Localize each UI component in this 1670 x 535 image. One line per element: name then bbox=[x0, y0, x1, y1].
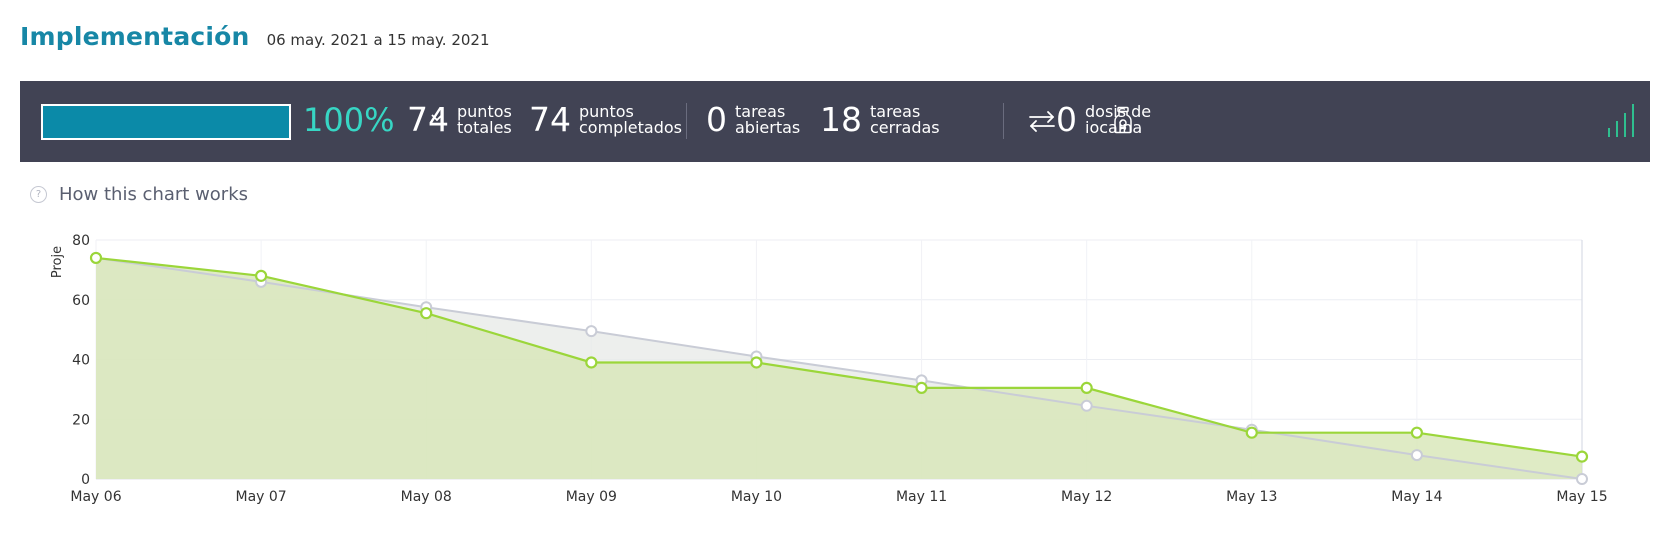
x-tick-label: May 15 bbox=[1556, 489, 1607, 505]
progress-fill bbox=[43, 106, 289, 138]
x-tick-label: May 11 bbox=[896, 489, 947, 505]
x-tick-label: May 09 bbox=[566, 489, 617, 505]
total-points-value: 74 bbox=[407, 100, 449, 139]
ideal-point bbox=[1576, 473, 1588, 485]
iocaine-label-line2: iocaína bbox=[1085, 118, 1143, 137]
x-tick-label: May 07 bbox=[236, 489, 287, 505]
ideal-point bbox=[1080, 399, 1093, 412]
x-tick-label: May 14 bbox=[1391, 489, 1442, 505]
actual-point bbox=[1245, 426, 1258, 439]
total-points-label-line2: totales bbox=[457, 118, 512, 137]
open-tasks-stat: 0 tareas abiertas bbox=[706, 101, 800, 139]
x-tick-label: May 06 bbox=[70, 489, 121, 505]
open-tasks-label-line2: abiertas bbox=[735, 118, 801, 137]
x-tick-label: May 13 bbox=[1226, 489, 1277, 505]
x-tick-label: May 12 bbox=[1061, 489, 1112, 505]
total-points-stat: 74 puntos totales bbox=[407, 101, 512, 139]
divider bbox=[686, 103, 687, 139]
ideal-point bbox=[585, 325, 598, 338]
how-chart-works-link[interactable]: ? How this chart works bbox=[30, 184, 248, 205]
date-range: 06 may. 2021 a 15 may. 2021 bbox=[266, 31, 490, 49]
actual-point bbox=[750, 356, 763, 369]
actual-point bbox=[1410, 426, 1423, 439]
actual-point bbox=[1575, 450, 1589, 463]
iocaine-stat: 0 dosis de iocaína bbox=[1056, 101, 1151, 139]
closed-tasks-value: 18 bbox=[820, 100, 862, 139]
y-axis-label: Proje bbox=[50, 246, 65, 278]
closed-tasks-label-line2: cerradas bbox=[870, 118, 940, 137]
completed-points-stat: 74 puntos completados bbox=[529, 101, 682, 139]
y-tick-label: 0 bbox=[81, 472, 90, 488]
y-tick-label: 60 bbox=[72, 293, 90, 309]
actual-point bbox=[915, 381, 928, 394]
stats-bar: 100% 74 puntos totales 74 puntos complet… bbox=[20, 81, 1650, 162]
y-tick-label: 80 bbox=[72, 233, 90, 249]
iocaine-value: 0 bbox=[1056, 100, 1077, 139]
open-tasks-label: tareas abiertas bbox=[735, 104, 800, 136]
closed-tasks-stat: 18 tareas cerradas bbox=[820, 101, 940, 139]
divider bbox=[1003, 103, 1004, 139]
progress-percent: 100% bbox=[303, 101, 395, 139]
burndown-chart: 0 20 40 60 80 May 06 May 07 May 08 May 09 May 10 M… bbox=[50, 233, 1608, 505]
actual-point bbox=[585, 356, 598, 369]
actual-point bbox=[255, 269, 268, 282]
signal-bars-icon[interactable] bbox=[1606, 101, 1642, 139]
x-tick-label: May 08 bbox=[401, 489, 452, 505]
y-tick-label: 20 bbox=[72, 412, 90, 428]
actual-point bbox=[1080, 381, 1093, 394]
actual-point bbox=[420, 307, 433, 320]
completed-points-label: puntos completados bbox=[579, 104, 682, 136]
closed-tasks-label: tareas cerradas bbox=[870, 104, 940, 136]
ideal-point bbox=[1410, 449, 1423, 462]
total-points-label: puntos totales bbox=[457, 104, 512, 136]
how-chart-works-label: How this chart works bbox=[59, 184, 249, 205]
completed-points-label-line2: completados bbox=[579, 118, 682, 137]
page-title: Implementación bbox=[20, 22, 250, 51]
y-tick-label: 40 bbox=[72, 353, 90, 369]
open-tasks-value: 0 bbox=[706, 100, 727, 139]
iocaine-label: dosis de iocaína bbox=[1085, 104, 1151, 136]
x-tick-label: May 10 bbox=[731, 489, 782, 505]
progress-bar bbox=[41, 104, 291, 140]
completed-points-value: 74 bbox=[529, 100, 571, 139]
page-header: Implementación 06 may. 2021 a 15 may. 20… bbox=[20, 22, 490, 51]
swap-arrows-icon[interactable] bbox=[1027, 109, 1057, 133]
help-icon: ? bbox=[30, 186, 47, 203]
actual-point bbox=[89, 251, 103, 265]
